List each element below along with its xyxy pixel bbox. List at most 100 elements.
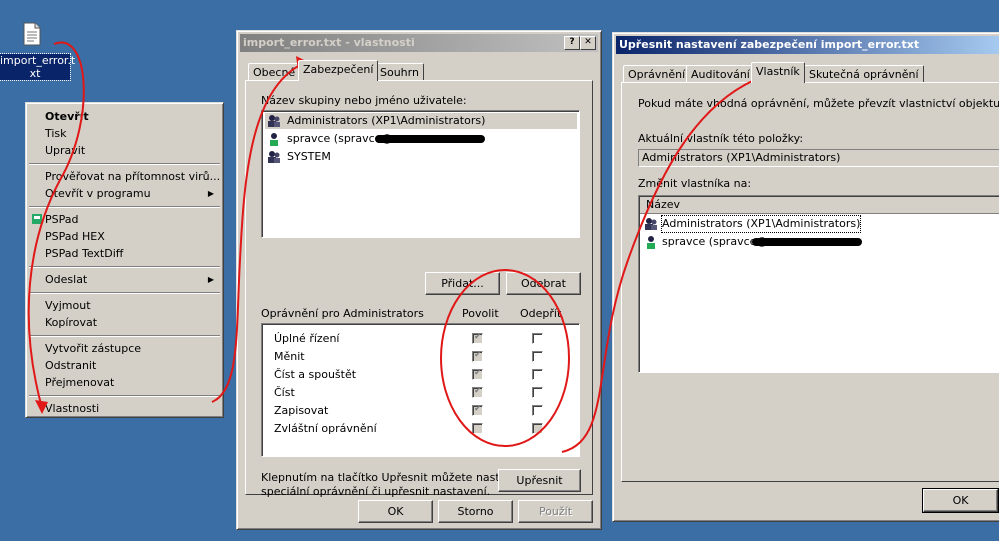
tab-general[interactable]: Obecné [248, 63, 301, 81]
current-owner-label: Aktuální vlastník této položky: [638, 132, 804, 145]
menu-label: Otevřít [45, 110, 89, 123]
menu-label: Tisk [45, 127, 67, 140]
file-name-line-2: xt [29, 67, 41, 80]
deny-checkbox[interactable] [532, 333, 543, 344]
window-title: import_error.txt - vlastnosti [243, 36, 415, 49]
ok-button[interactable]: OK [358, 500, 433, 523]
menu-label: Vlastnosti [45, 402, 100, 415]
menu-item-pspad-hex[interactable]: PSPad HEX [29, 228, 220, 245]
current-owner-value: Administrators (XP1\Administrators) [642, 151, 841, 164]
tab-label: Skutečná oprávnění [809, 68, 919, 81]
text-file-icon [23, 22, 41, 46]
menu-item-pspad[interactable]: PSPad [29, 211, 220, 228]
current-owner-field: Administrators (XP1\Administrators) [638, 149, 999, 167]
user-icon [647, 236, 655, 249]
menu-label: Otevřít v programu [45, 187, 151, 200]
name-column-header[interactable]: Název [640, 197, 999, 214]
remove-button[interactable]: Odebrat [506, 272, 581, 295]
redaction-mark [375, 135, 485, 143]
menu-item-virus-scan[interactable]: Prověřovat na přítomnost virů... [29, 168, 220, 185]
menu-item-edit[interactable]: Upravit [29, 142, 220, 159]
add-button[interactable]: Přidat... [425, 272, 500, 295]
apply-button[interactable]: Použít [518, 500, 593, 523]
desktop-file-icon[interactable]: import_error.t xt [0, 20, 75, 82]
group-users-icon [268, 115, 280, 127]
deny-column-header: Odepřít [520, 307, 562, 320]
allow-checkbox[interactable]: ✔ [472, 350, 483, 362]
owner-panel: Pokud máte vhodná oprávnění, můžete přev… [621, 82, 999, 482]
advanced-security-window: Upřesnit nastavení zabezpečení import_er… [612, 32, 999, 522]
menu-item-rename[interactable]: Přejmenovat [29, 374, 220, 391]
menu-item-open[interactable]: Otevřít [29, 108, 220, 125]
menu-label: Přejmenovat [45, 376, 115, 389]
menu-item-properties[interactable]: Vlastnosti [29, 400, 220, 417]
allow-checkbox[interactable]: ✔ [472, 386, 483, 398]
owner-name: Administrators (XP1\Administrators) [660, 215, 862, 233]
owner-list[interactable]: Název Administrators (XP1\Administrators… [638, 195, 999, 373]
group-user-label: Název skupiny nebo jméno uživatele: [261, 94, 467, 107]
deny-checkbox[interactable] [532, 405, 543, 416]
allow-checkbox[interactable]: ✔ [472, 404, 483, 416]
permissions-list: Úplné řízení Měnit Číst a spouštět Číst … [261, 323, 580, 457]
deny-checkbox[interactable] [532, 387, 543, 398]
menu-separator [29, 163, 220, 165]
help-button[interactable]: ? [564, 36, 580, 50]
deny-checkbox[interactable] [532, 423, 543, 434]
users-list[interactable]: Administrators (XP1\Administrators) spra… [261, 110, 580, 238]
tab-summary[interactable]: Souhrn [375, 63, 424, 81]
user-icon [270, 133, 278, 146]
menu-label: Vyjmout [45, 299, 91, 312]
tab-owner[interactable]: Vlastník [751, 62, 805, 83]
menu-label: Upravit [45, 144, 86, 157]
tab-label: Souhrn [380, 66, 419, 79]
advanced-button[interactable]: Upřesnit [498, 469, 581, 492]
menu-label: Odeslat [45, 273, 88, 286]
menu-item-create-shortcut[interactable]: Vytvořit zástupce [29, 340, 220, 357]
menu-separator [29, 266, 220, 268]
tab-security[interactable]: Zabezpečení [298, 60, 379, 81]
advanced-title-bar[interactable]: Upřesnit nastavení zabezpečení import_er… [616, 36, 999, 54]
advanced-hint-line-2: speciální oprávnění či upřesnit nastaven… [261, 485, 491, 498]
menu-item-send-to[interactable]: Odeslat ▶ [29, 271, 220, 288]
allow-checkbox[interactable]: ✔ [472, 332, 483, 344]
menu-item-cut[interactable]: Vyjmout [29, 297, 220, 314]
change-owner-label: Změnit vlastníka na: [638, 177, 752, 190]
tab-label: Zabezpečení [303, 63, 374, 76]
allow-checkbox[interactable]: ✔ [472, 368, 483, 380]
tab-label: Oprávnění [628, 68, 686, 81]
menu-item-delete[interactable]: Odstranit [29, 357, 220, 374]
cancel-button[interactable]: Storno [438, 500, 513, 523]
tab-permissions[interactable]: Oprávnění [623, 65, 691, 83]
redaction-mark [752, 238, 862, 246]
ok-button[interactable]: OK [922, 488, 999, 513]
properties-title-bar[interactable]: import_error.txt - vlastnosti ? ✕ [240, 34, 598, 52]
menu-separator [29, 395, 220, 397]
menu-item-pspad-textdiff[interactable]: PSPad TextDiff [29, 245, 220, 262]
tab-label: Auditování [691, 68, 750, 81]
list-item[interactable]: SYSTEM [265, 149, 577, 165]
allow-column-header: Povolit [462, 307, 499, 320]
menu-label: PSPad [45, 213, 79, 226]
list-item[interactable]: spravce (spravce@ [265, 131, 577, 147]
close-button[interactable]: ✕ [580, 36, 596, 50]
security-panel: Název skupiny nebo jméno uživatele: Admi… [245, 80, 593, 498]
perm-row-label: Zapisovat [274, 404, 329, 417]
deny-checkbox[interactable] [532, 351, 543, 362]
menu-item-print[interactable]: Tisk [29, 125, 220, 142]
allow-checkbox[interactable] [472, 423, 483, 434]
advanced-hint-line-1: Klepnutím na tlačítko Upřesnit můžete na… [261, 471, 521, 484]
deny-checkbox[interactable] [532, 369, 543, 380]
group-users-icon [645, 218, 657, 230]
permissions-label: Oprávnění pro Administrators [261, 307, 424, 320]
menu-label: Prověřovat na přítomnost virů... [45, 170, 221, 183]
tab-label: Vlastník [756, 65, 800, 78]
tab-effective-permissions[interactable]: Skutečná oprávnění [804, 65, 924, 83]
owner-info-text: Pokud máte vhodná oprávnění, můžete přev… [638, 97, 999, 110]
tab-auditing[interactable]: Auditování [686, 65, 755, 83]
list-item[interactable]: spravce (spravce@ [644, 234, 994, 250]
group-users-icon [268, 151, 280, 163]
menu-item-open-with[interactable]: Otevřít v programu ▶ [29, 185, 220, 202]
menu-item-copy[interactable]: Kopírovat [29, 314, 220, 331]
list-item[interactable]: Administrators (XP1\Administrators) [265, 113, 577, 129]
list-item[interactable]: Administrators (XP1\Administrators) [644, 215, 994, 233]
